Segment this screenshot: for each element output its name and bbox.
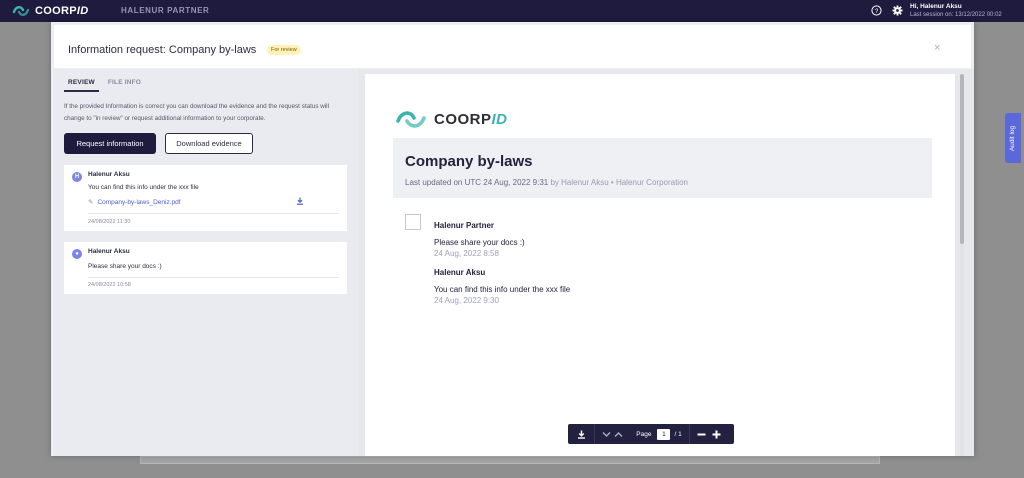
review-description: If the provided Information is correct y… — [64, 103, 329, 122]
message-text: You can find this info under the xxx fil… — [88, 184, 199, 191]
message-author: Halenur Aksu — [88, 248, 130, 255]
last-session: Last session on: 13/12/2022 00:02 — [910, 12, 1002, 18]
page-number-input[interactable]: 1 — [657, 428, 671, 440]
audit-log-label: Audit log — [1009, 125, 1017, 151]
message-date: 24/08/2022 11:30 — [88, 219, 131, 225]
entry-date: 24 Aug, 2022 9:30 — [434, 296, 499, 305]
document-author: by Halenur Aksu • Halenur Corporation — [548, 178, 688, 187]
attachment-link[interactable]: ✎ Company-by-laws_Deniz.pdf — [88, 198, 181, 206]
document-meta: Last updated on UTC 24 Aug, 2022 9:31 by… — [405, 178, 688, 187]
document-title: Company by-laws — [405, 153, 533, 170]
document-checkbox — [405, 214, 421, 230]
attachment-filename: Company-by-laws_Deniz.pdf — [97, 199, 181, 206]
page-total: / 1 — [674, 430, 682, 438]
message-card: ● Halenur Aksu Please share your docs :)… — [64, 242, 347, 294]
review-panel: REVIEW FILE INFO If the provided Informa… — [54, 69, 357, 456]
document-updated: Last updated on UTC 24 Aug, 2022 9:31 — [405, 178, 549, 187]
status-badge: For review — [267, 45, 301, 55]
panel-tabs: REVIEW FILE INFO — [64, 77, 141, 92]
avatar: H — [72, 172, 82, 182]
card-divider — [88, 277, 339, 278]
document-logo: COORPID — [395, 108, 508, 130]
message-card: H Halenur Aksu You can find this info un… — [64, 165, 347, 231]
pdf-toolbar: Page 1 / 1 — [568, 424, 734, 444]
entry-message: Please share your docs :) — [434, 238, 525, 247]
entry-message: You can find this info under the xxx fil… — [434, 285, 571, 294]
audit-log-tab[interactable]: Audit log — [1005, 113, 1021, 163]
chevron-down-icon[interactable] — [601, 431, 611, 438]
entry-name: Halenur Partner — [434, 221, 495, 230]
avatar: ● — [72, 249, 82, 259]
user-session-info[interactable]: Hi, Halenur Aksu Last session on: 13/12/… — [910, 3, 1002, 19]
pdf-page: COORPID Company by-laws Last updated on … — [365, 74, 955, 456]
tab-review[interactable]: REVIEW — [64, 77, 99, 92]
app-logo[interactable]: COORPID — [12, 3, 88, 19]
information-request-modal: Information request: Company by-laws For… — [51, 22, 974, 456]
tenant-name: HALENUR PARTNER — [121, 6, 210, 15]
document-entry: Halenur Partner Please share your docs :… — [434, 221, 525, 258]
download-icon — [577, 430, 585, 439]
pdf-download-button[interactable] — [568, 424, 594, 444]
app-logo-text: COORPID — [35, 5, 89, 17]
document-header: Company by-laws Last updated on UTC 24 A… — [393, 138, 932, 198]
zoom-in-icon[interactable] — [712, 430, 721, 439]
close-icon[interactable]: × — [934, 42, 940, 54]
request-information-button[interactable]: Request information — [64, 133, 156, 154]
message-date: 24/08/2022 10:58 — [88, 282, 131, 288]
paperclip-icon: ✎ — [88, 199, 94, 206]
document-logo-text: COORPID — [434, 110, 508, 128]
entry-name: Halenur Aksu — [434, 268, 486, 277]
download-evidence-button[interactable]: Download evidence — [165, 133, 253, 154]
document-preview: COORPID Company by-laws Last updated on … — [358, 69, 974, 456]
card-divider — [88, 213, 339, 214]
tab-file-info[interactable]: FILE INFO — [108, 77, 141, 92]
modal-title: Information request: Company by-laws — [68, 44, 257, 56]
zoom-controls — [690, 424, 728, 444]
svg-text:?: ? — [875, 8, 879, 15]
document-entry: Halenur Aksu You can find this info unde… — [434, 268, 570, 305]
message-author: Halenur Aksu — [88, 171, 130, 178]
page-nav — [595, 424, 629, 444]
zoom-out-icon[interactable] — [697, 430, 706, 439]
message-text: Please share your docs :) — [88, 263, 162, 270]
modal-header: Information request: Company by-laws For… — [54, 25, 971, 68]
chevron-up-icon[interactable] — [613, 431, 623, 438]
help-circle-icon[interactable]: ? — [871, 5, 882, 16]
scrollbar-thumb[interactable] — [960, 74, 964, 244]
coorpid-logo-icon — [12, 6, 30, 16]
background-page-strip — [140, 456, 880, 464]
gear-icon[interactable] — [892, 5, 903, 16]
user-greeting: Hi, Halenur Aksu — [910, 3, 962, 10]
page-indicator: Page 1 / 1 — [629, 424, 689, 444]
entry-date: 24 Aug, 2022 8:58 — [434, 249, 499, 258]
top-app-bar: COORPID HALENUR PARTNER ? Hi, Halenur Ak… — [0, 0, 1024, 22]
coorpid-logo-icon — [396, 111, 426, 128]
download-icon[interactable] — [296, 197, 304, 205]
page-label: Page — [636, 430, 652, 438]
